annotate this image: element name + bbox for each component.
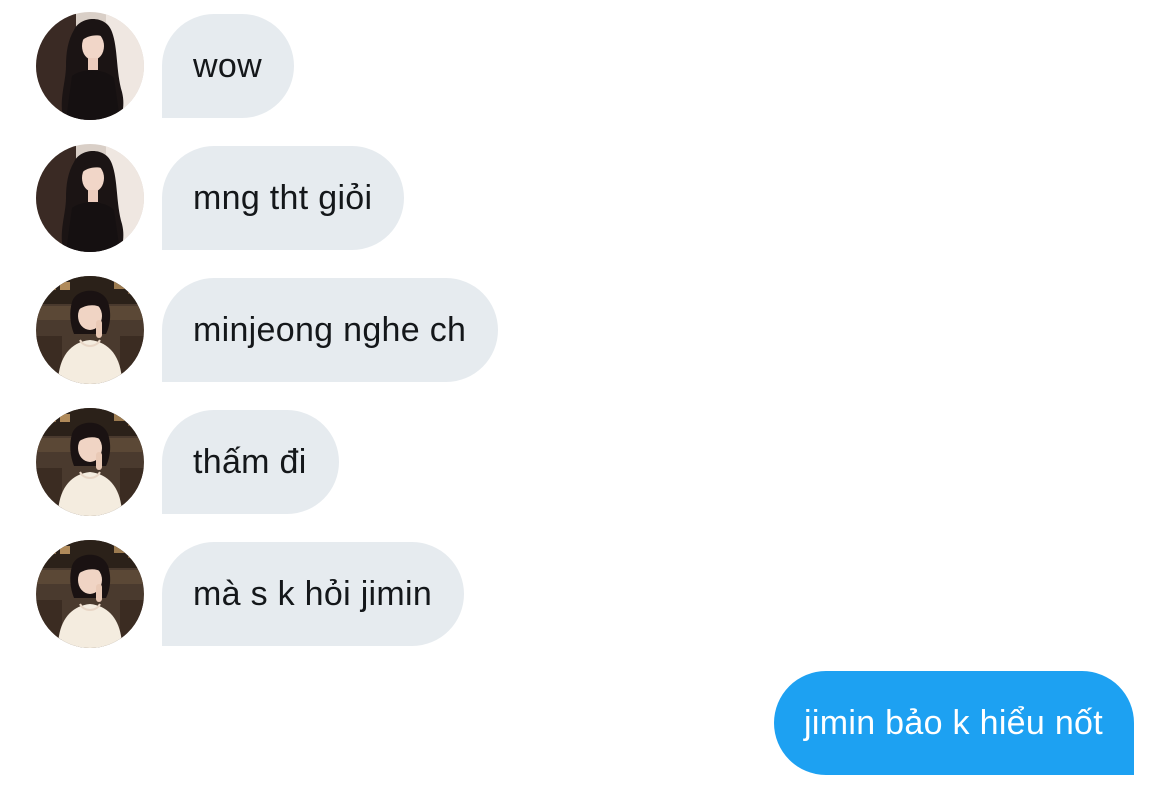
incoming-message-bubble[interactable]: minjeong nghe ch bbox=[162, 278, 499, 382]
incoming-message-bubble[interactable]: mà s k hỏi jimin bbox=[162, 542, 465, 646]
incoming-message-bubble[interactable]: mng tht giỏi bbox=[162, 146, 405, 250]
outgoing-message-bubble[interactable]: jimin bảo k hiểu nốt bbox=[774, 671, 1134, 775]
message-row: wow bbox=[36, 13, 294, 119]
message-row: minjeong nghe ch bbox=[36, 276, 499, 384]
contact-avatar[interactable] bbox=[36, 408, 144, 516]
incoming-message-bubble[interactable]: thấm đi bbox=[162, 410, 339, 514]
conversation-thread: wow mng tht giỏi minjeong nghe ch thấm đ… bbox=[0, 0, 1170, 785]
avatar-photo-icon bbox=[36, 408, 144, 516]
contact-avatar[interactable] bbox=[36, 540, 144, 648]
message-text: mng tht giỏi bbox=[193, 178, 373, 217]
message-row: mng tht giỏi bbox=[36, 144, 405, 252]
contact-avatar[interactable] bbox=[36, 12, 144, 120]
message-text: jimin bảo k hiểu nốt bbox=[804, 703, 1103, 742]
message-text: wow bbox=[193, 46, 262, 85]
message-row: mà s k hỏi jimin bbox=[36, 540, 465, 648]
contact-avatar[interactable] bbox=[36, 144, 144, 252]
incoming-message-bubble[interactable]: wow bbox=[162, 14, 294, 118]
avatar-photo-icon bbox=[36, 276, 144, 384]
avatar-photo-icon bbox=[36, 12, 144, 120]
message-text: thấm đi bbox=[193, 442, 307, 481]
contact-avatar[interactable] bbox=[36, 276, 144, 384]
message-text: mà s k hỏi jimin bbox=[193, 574, 433, 613]
avatar-photo-icon bbox=[36, 144, 144, 252]
message-text: minjeong nghe ch bbox=[193, 310, 467, 349]
avatar-photo-icon bbox=[36, 540, 144, 648]
message-row: thấm đi bbox=[36, 409, 339, 515]
